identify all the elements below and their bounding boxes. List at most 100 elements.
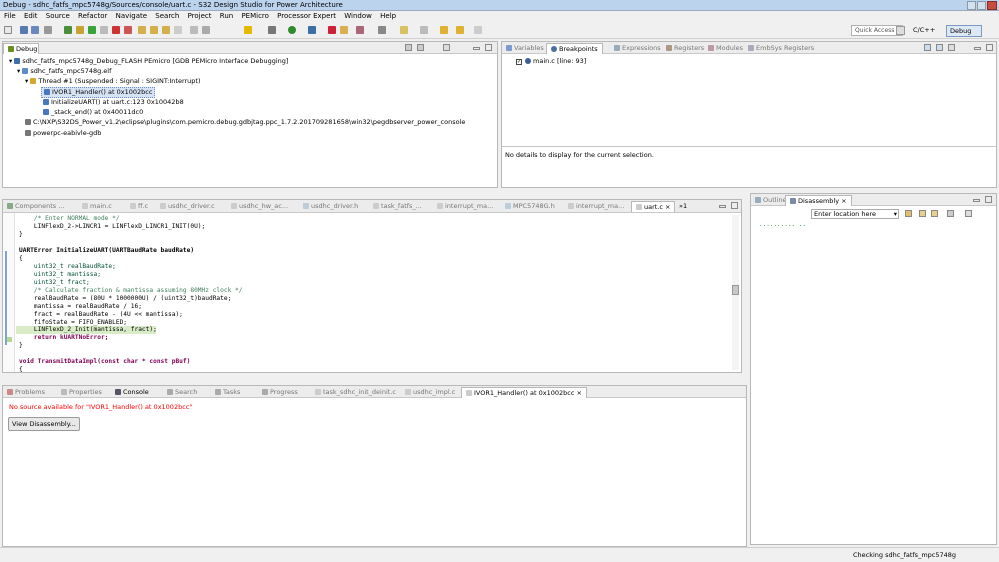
- chevron-down-icon[interactable]: ▾: [894, 210, 897, 218]
- lightning-icon[interactable]: [244, 26, 252, 34]
- location-input[interactable]: Enter location here ▾: [811, 209, 899, 219]
- tab-expressions[interactable]: Expressions: [610, 43, 665, 54]
- tab-overflow[interactable]: »1: [675, 201, 691, 212]
- tab-ff-c[interactable]: ff.c: [126, 201, 152, 212]
- tab-ivor1-handler[interactable]: IVOR1_Handler() at 0x1002bcc ×: [461, 387, 587, 398]
- suspend-icon[interactable]: [100, 26, 108, 34]
- next-annotation-icon[interactable]: [420, 26, 428, 34]
- tree-gdb[interactable]: powerpc-eabivle-gdb: [25, 129, 101, 138]
- tree-frame-selected[interactable]: IVOR1_Handler() at 0x1002bcc: [41, 87, 156, 98]
- tab-progress[interactable]: Progress: [258, 387, 302, 398]
- back-icon[interactable]: [440, 26, 448, 34]
- menu-source[interactable]: Source: [46, 12, 70, 20]
- tab-variables[interactable]: Variables: [502, 43, 548, 54]
- remove-terminated-icon[interactable]: [405, 44, 412, 51]
- tab-debug[interactable]: Debug: [3, 43, 39, 54]
- drop-to-frame-icon[interactable]: [174, 26, 182, 34]
- step-into-icon[interactable]: [138, 26, 146, 34]
- menu-search[interactable]: Search: [155, 12, 179, 20]
- maximize-view-icon[interactable]: [985, 196, 992, 203]
- menu-help[interactable]: Help: [380, 12, 396, 20]
- forward-icon[interactable]: [456, 26, 464, 34]
- debug-launch-icon[interactable]: [308, 26, 316, 34]
- show-source-icon[interactable]: [931, 210, 938, 217]
- tree-thread[interactable]: ▾ Thread #1 (Suspended : Signal : SIGINT…: [25, 77, 201, 86]
- new-project-icon[interactable]: [340, 26, 348, 34]
- tab-interrupt-ma-2[interactable]: interrupt_ma...: [564, 201, 628, 212]
- tab-interrupt-ma-1[interactable]: interrupt_ma...: [433, 201, 497, 212]
- tab-main-c[interactable]: main.c: [78, 201, 116, 212]
- tab-registers[interactable]: Registers: [662, 43, 708, 54]
- tab-mpc5748g-h[interactable]: MPC5748G.h: [501, 201, 559, 212]
- link-icon[interactable]: [948, 44, 955, 51]
- save-all-icon[interactable]: [31, 26, 39, 34]
- step-return-icon[interactable]: [162, 26, 170, 34]
- tree-gdbserver[interactable]: C:\NXP\S32DS_Power_v1.2\eclipse\plugins\…: [25, 118, 465, 127]
- terminate-icon[interactable]: [112, 26, 120, 34]
- link-with-context-icon[interactable]: [919, 210, 926, 217]
- tab-task-sdhc[interactable]: task_sdhc_init_deinit.c: [311, 387, 400, 398]
- open-type-icon[interactable]: [356, 26, 364, 34]
- skip-breakpoints-icon[interactable]: [64, 26, 72, 34]
- instruction-step-icon[interactable]: [190, 26, 198, 34]
- minimize-view-icon[interactable]: [719, 205, 726, 208]
- resume-run-icon[interactable]: [88, 26, 96, 34]
- minimize-view-icon[interactable]: [973, 199, 980, 202]
- close-icon[interactable]: [987, 1, 997, 10]
- go-to-pc-icon[interactable]: [905, 210, 912, 217]
- tab-components[interactable]: Components ...: [3, 201, 68, 212]
- menu-navigate[interactable]: Navigate: [116, 12, 147, 20]
- tab-tasks[interactable]: Tasks: [211, 387, 244, 398]
- editor-scrollbar[interactable]: [732, 215, 739, 370]
- tab-usdhc-driver-c[interactable]: usdhc_driver.c: [156, 201, 219, 212]
- view-menu-icon[interactable]: [965, 210, 972, 217]
- tab-search[interactable]: Search: [163, 387, 201, 398]
- perspective-debug[interactable]: Debug: [946, 25, 982, 37]
- collapse-all-icon[interactable]: [417, 44, 424, 51]
- menu-edit[interactable]: Edit: [24, 12, 38, 20]
- tab-usdhc-impl[interactable]: usdhc_impl.c: [401, 387, 459, 398]
- menu-file[interactable]: File: [4, 12, 16, 20]
- external-tools-icon[interactable]: [328, 26, 336, 34]
- save-icon[interactable]: [20, 26, 28, 34]
- instruction-pointer-icon[interactable]: [7, 337, 12, 342]
- breakpoint-item[interactable]: ✓ main.c [line: 93]: [516, 57, 586, 66]
- tab-properties[interactable]: Properties: [57, 387, 106, 398]
- tab-disassembly[interactable]: Disassembly ×: [785, 195, 852, 206]
- menu-refactor[interactable]: Refactor: [78, 12, 107, 20]
- tab-console[interactable]: Console: [111, 387, 153, 398]
- minimize-view-icon[interactable]: [473, 47, 480, 50]
- menu-window[interactable]: Window: [344, 12, 372, 20]
- reset-icon[interactable]: [202, 26, 210, 34]
- tab-modules[interactable]: Modules: [704, 43, 747, 54]
- minimize-icon[interactable]: [967, 1, 976, 10]
- menu-project[interactable]: Project: [188, 12, 212, 20]
- view-menu-icon[interactable]: [443, 44, 450, 51]
- annotation-icon[interactable]: [400, 26, 408, 34]
- refresh-icon[interactable]: [947, 210, 954, 217]
- maximize-icon[interactable]: [977, 1, 986, 10]
- print-icon[interactable]: [44, 26, 52, 34]
- scrollbar-thumb[interactable]: [732, 285, 739, 295]
- tree-launch[interactable]: ▾ sdhc_fatfs_mpc5748g_Debug_FLASH PEmicr…: [9, 57, 288, 66]
- view-disassembly-button[interactable]: View Disassembly...: [8, 417, 80, 431]
- disconnect-icon[interactable]: [124, 26, 132, 34]
- tab-usdhc-driver-h[interactable]: usdhc_driver.h: [299, 201, 362, 212]
- checkbox[interactable]: ✓: [516, 59, 522, 65]
- nav-icon[interactable]: [474, 26, 482, 34]
- resume-icon[interactable]: [76, 26, 84, 34]
- maximize-view-icon[interactable]: [485, 44, 492, 51]
- tab-problems[interactable]: Problems: [3, 387, 49, 398]
- tree-frame[interactable]: InitializeUART() at uart.c:123 0x10042b8: [43, 98, 184, 107]
- remove-all-icon[interactable]: [936, 44, 943, 51]
- tab-uart-c[interactable]: uart.c ×: [631, 201, 676, 212]
- perspective-cpp[interactable]: C/C++: [910, 25, 938, 37]
- new-icon[interactable]: [4, 26, 12, 34]
- tree-frame[interactable]: _stack_end() at 0x40011dc0: [43, 108, 143, 117]
- maximize-view-icon[interactable]: [986, 44, 993, 51]
- tab-task-fatfs[interactable]: task_fatfs_...: [369, 201, 426, 212]
- step-over-icon[interactable]: [150, 26, 158, 34]
- tree-elf[interactable]: ▾ sdhc_fatfs_mpc5748g.elf: [17, 67, 111, 76]
- run-icon[interactable]: [288, 26, 296, 34]
- tab-embsys[interactable]: EmbSys Registers: [744, 43, 818, 54]
